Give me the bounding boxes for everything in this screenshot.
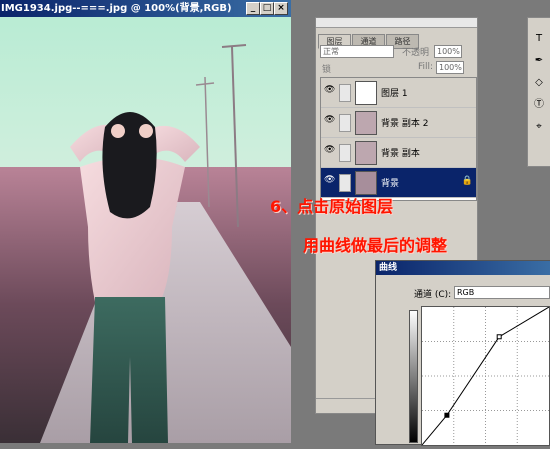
image-window-titlebar[interactable]: IMG1934.jpg--===.jpg @ 100%(背景,RGB) _ □ … — [0, 0, 291, 17]
channel-label: 通道 (C): — [414, 290, 452, 300]
blend-mode-select[interactable]: 正常 — [320, 45, 394, 58]
photo-canvas[interactable] — [0, 17, 291, 443]
fill-input[interactable]: 100% — [436, 61, 464, 74]
type-tool-icon[interactable]: T — [531, 32, 547, 46]
layer-row[interactable]: 👁 背景 副本 — [321, 138, 476, 168]
step-annotation: 6、点击原始图层 — [270, 197, 394, 216]
layer-row[interactable]: 👁 背景 副本 2 — [321, 108, 476, 138]
output-gradient-bar — [409, 310, 418, 443]
opacity-input[interactable]: 100% — [434, 45, 462, 58]
minimize-button[interactable]: _ — [246, 2, 260, 15]
eye-icon[interactable]: 👁 — [324, 86, 335, 95]
lock-label: 锁 — [322, 65, 332, 75]
maximize-button[interactable]: □ — [260, 2, 274, 15]
curves-dialog: 曲线 通道 (C): RGB — [375, 260, 550, 446]
layer-thumbnail — [355, 111, 377, 135]
eye-icon[interactable]: 👁 — [324, 116, 335, 125]
curve-control-point — [496, 334, 502, 340]
image-window-title: IMG1934.jpg--===.jpg @ 100%(背景,RGB) — [1, 3, 232, 14]
photo-image — [0, 17, 291, 443]
layer-thumbnail — [355, 141, 377, 165]
image-window: IMG1934.jpg--===.jpg @ 100%(背景,RGB) _ □ … — [0, 0, 291, 443]
close-button[interactable]: × — [274, 2, 288, 15]
layers-panel-titlebar[interactable] — [316, 18, 477, 28]
curves-title[interactable]: 曲线 — [376, 261, 550, 275]
layer-thumbnail — [355, 81, 377, 105]
link-toggle[interactable] — [339, 114, 351, 132]
link-toggle[interactable] — [339, 84, 351, 102]
layer-name: 图层 1 — [381, 89, 408, 99]
link-toggle[interactable] — [339, 144, 351, 162]
eyedropper-icon[interactable]: ⌖ — [531, 120, 547, 134]
note-annotation: 用曲线做最后的调整 — [303, 236, 448, 255]
brush-icon[interactable] — [339, 174, 351, 192]
pen-tool-icon[interactable]: ✒ — [531, 54, 547, 68]
layer-thumbnail — [355, 171, 377, 195]
fill-label: Fill: — [418, 62, 434, 72]
layer-name: 背景 副本 2 — [381, 119, 429, 129]
layer-name: 背景 — [381, 179, 400, 189]
curve-graph[interactable] — [421, 306, 550, 446]
layers-panel-tabs: 图层 通道 路径 — [318, 29, 420, 49]
layer-list: 👁 图层 1 👁 背景 副本 2 👁 背景 副本 👁 背景 🔒 — [320, 77, 477, 201]
lock-icon: 🔒 — [461, 176, 473, 186]
eye-icon[interactable]: 👁 — [324, 146, 335, 155]
layer-name: 背景 副本 — [381, 149, 420, 159]
layer-row[interactable]: 👁 图层 1 — [321, 78, 476, 108]
channel-select[interactable]: RGB — [454, 286, 550, 299]
tools-panel: T ✒ ◇ Ⓣ ⌖ — [527, 17, 550, 167]
curve-control-point — [444, 412, 450, 418]
shape-tool-icon[interactable]: ◇ — [531, 76, 547, 90]
opacity-label: 不透明 — [402, 48, 430, 58]
text-tool-icon[interactable]: Ⓣ — [531, 98, 547, 112]
curve-svg[interactable] — [421, 306, 550, 446]
eye-icon[interactable]: 👁 — [324, 176, 335, 185]
